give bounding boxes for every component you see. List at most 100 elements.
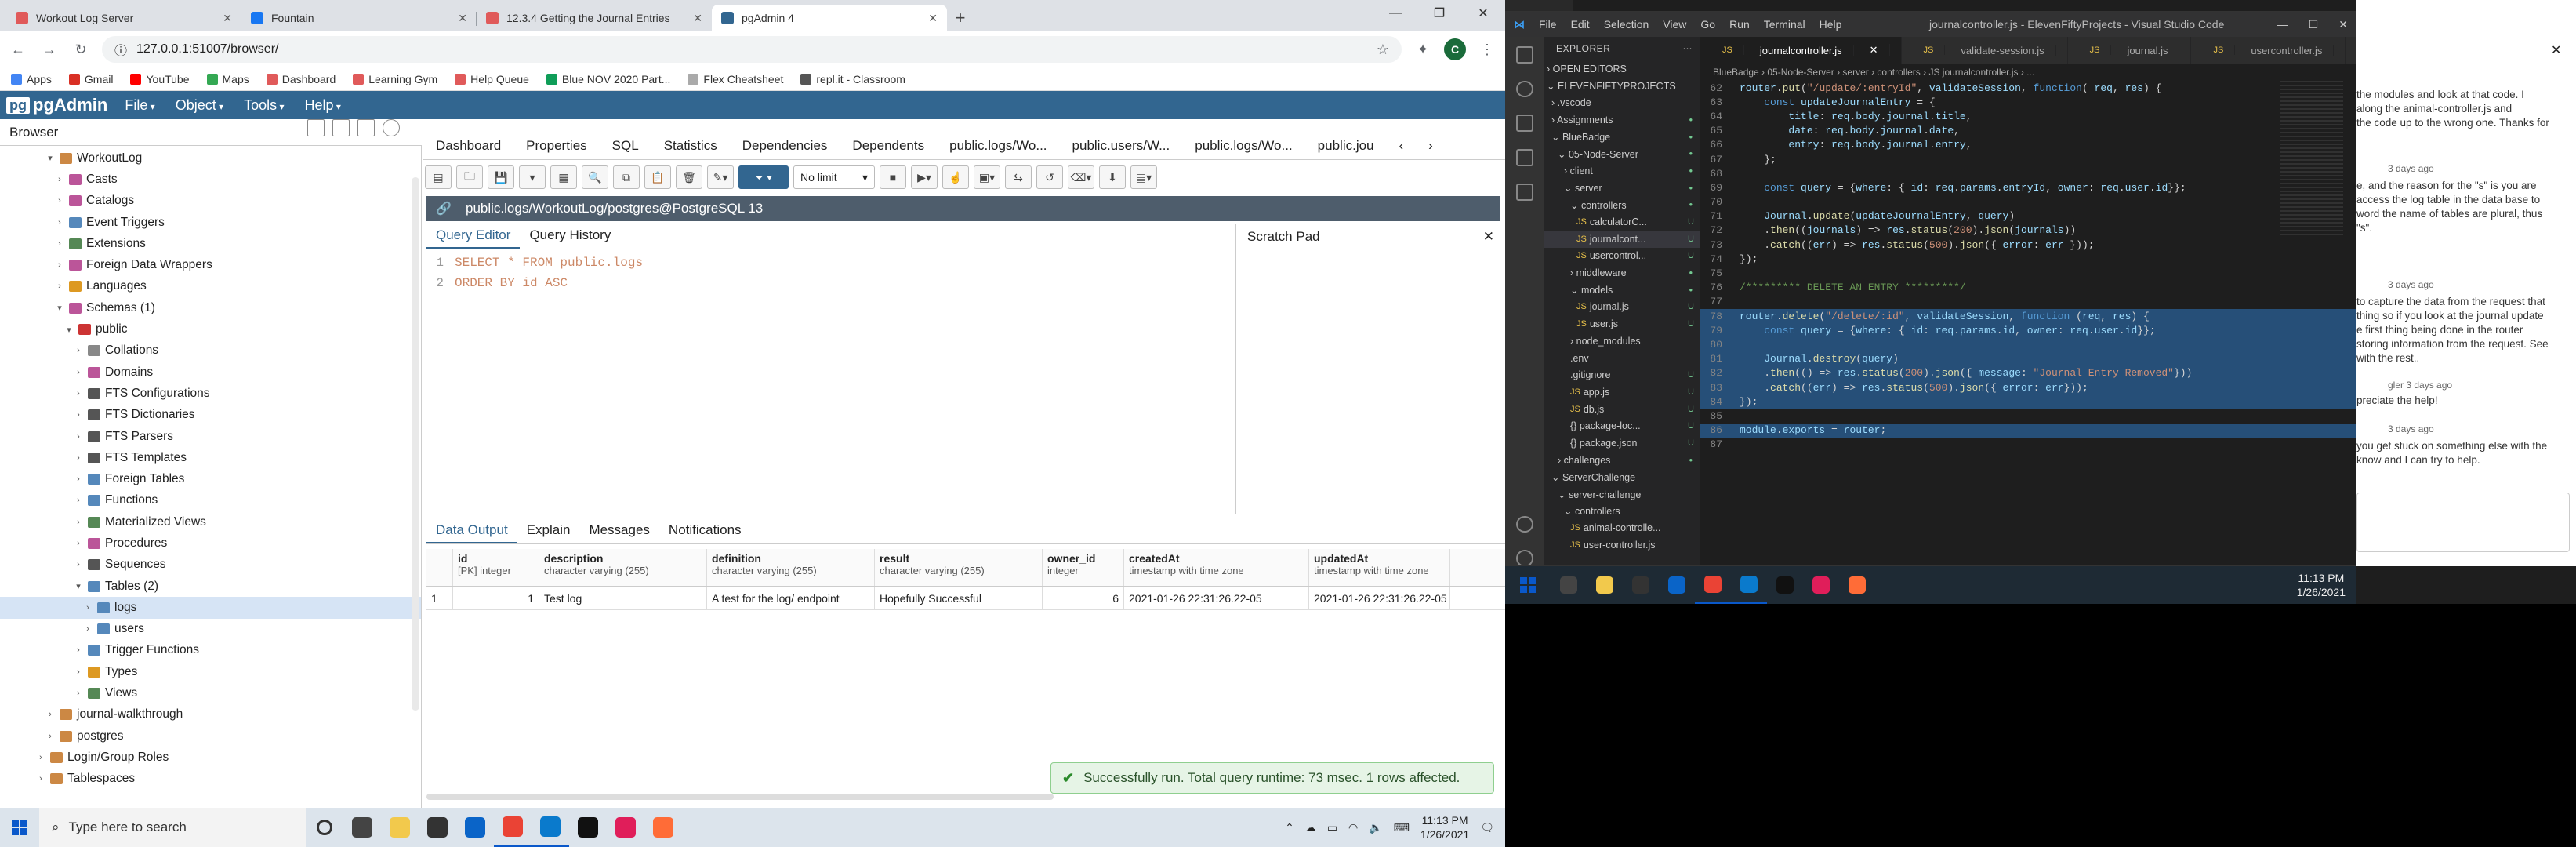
column-header[interactable]: createdAt timestamp with time zone: [1124, 549, 1309, 586]
explorer-item[interactable]: ⌄ ELEVENFIFTYPROJECTS: [1544, 78, 1700, 95]
notification-icon[interactable]: 🗨: [1480, 821, 1494, 834]
close-tab-icon[interactable]: ✕: [1859, 44, 1890, 56]
tree-node[interactable]: ▾ WorkoutLog: [0, 147, 421, 169]
explain-analyze-button[interactable]: ▣▾: [974, 165, 1000, 189]
chevron-right-icon[interactable]: ›: [44, 732, 56, 741]
volume-icon[interactable]: 🔈: [1369, 821, 1382, 834]
column-header[interactable]: description character varying (255): [539, 549, 707, 586]
object-explorer-icon[interactable]: [307, 119, 325, 136]
chevron-right-icon[interactable]: ›: [53, 218, 66, 227]
explorer-item[interactable]: .gitignore U: [1544, 366, 1700, 384]
tree-node[interactable]: › Types: [0, 661, 421, 682]
tree-node[interactable]: › Event Triggers: [0, 212, 421, 233]
tab-scroll-left-icon[interactable]: ‹: [1387, 138, 1417, 154]
column-header[interactable]: owner_id integer: [1043, 549, 1124, 586]
file-explorer-taskbar-icon[interactable]: [1587, 566, 1623, 604]
extensions-icon[interactable]: ✦: [1413, 42, 1433, 58]
extensions-icon[interactable]: [1516, 183, 1533, 201]
wifi-icon[interactable]: ◠: [1348, 821, 1358, 834]
run-debug-icon[interactable]: [1516, 149, 1533, 166]
clear-button[interactable]: ⌫▾: [1068, 165, 1094, 189]
explorer-item[interactable]: › challenges •: [1544, 452, 1700, 469]
menu-view[interactable]: View: [1663, 18, 1686, 31]
browser-tab[interactable]: 12.3.4 Getting the Journal Entries ✕: [477, 5, 712, 31]
tree-node[interactable]: › Extensions: [0, 233, 421, 254]
chevron-right-icon[interactable]: ›: [72, 645, 85, 655]
main-tab[interactable]: public.logs/Wo...: [937, 138, 1059, 154]
table-cell[interactable]: 6: [1043, 586, 1124, 610]
main-tab[interactable]: SQL: [600, 138, 651, 154]
bookmark-item[interactable]: Help Queue: [455, 73, 529, 85]
table-view-icon[interactable]: [332, 119, 350, 136]
editor-tab[interactable]: JS usercontroller.js: [2191, 37, 2346, 64]
minimize-button[interactable]: —: [2277, 18, 2288, 31]
save-dropdown[interactable]: ▾: [519, 165, 546, 189]
tab-scroll-right-icon[interactable]: ›: [1416, 138, 1446, 154]
info-icon[interactable]: ⓘ: [114, 40, 127, 59]
browser-tab[interactable]: pgAdmin 4 ✕: [712, 5, 947, 31]
explorer-item[interactable]: › middleware •: [1544, 264, 1700, 282]
maximize-button[interactable]: ❐: [1417, 0, 1461, 27]
copy-button[interactable]: ⧉: [613, 165, 640, 189]
minimize-button[interactable]: —: [1373, 0, 1417, 27]
tree-node[interactable]: › Collations: [0, 340, 421, 362]
table-row[interactable]: 1 1 Test log A test for the log/ endpoint Ho…: [426, 586, 1505, 610]
tree-node[interactable]: › logs: [0, 597, 421, 619]
postman-taskbar-icon[interactable]: [1839, 566, 1875, 604]
edit-button[interactable]: ▦: [550, 165, 577, 189]
open-file-button[interactable]: ▤: [425, 165, 452, 189]
grid-horizontal-scrollbar[interactable]: [426, 794, 1054, 800]
mail-taskbar-icon[interactable]: [456, 808, 494, 847]
explorer-item[interactable]: ⌄ models •: [1544, 282, 1700, 299]
close-icon[interactable]: ✕: [1483, 229, 1494, 245]
network-icon[interactable]: ☁: [1305, 821, 1316, 834]
stop-button[interactable]: ■: [880, 165, 906, 189]
reply-box[interactable]: [2356, 493, 2570, 552]
chevron-up-icon[interactable]: ⌃: [1285, 821, 1294, 834]
close-icon[interactable]: ✕: [2551, 42, 2561, 58]
output-tab[interactable]: Notifications: [659, 519, 751, 543]
chevron-right-icon[interactable]: ›: [82, 603, 94, 613]
tree-node[interactable]: › Sequences: [0, 554, 421, 576]
chevron-right-icon[interactable]: ›: [72, 368, 85, 377]
main-tab[interactable]: Dashboard: [423, 138, 513, 154]
main-tab[interactable]: Dependents: [840, 138, 937, 154]
tree-node[interactable]: › Casts: [0, 169, 421, 190]
more-actions-icon[interactable]: ⋯: [1683, 43, 1701, 54]
close-tab-icon[interactable]: ✕: [693, 12, 702, 25]
paste-button[interactable]: 📋: [644, 165, 671, 189]
chevron-down-icon[interactable]: ▾: [44, 153, 56, 163]
tree-node[interactable]: › journal-walkthrough: [0, 704, 421, 725]
search-icon[interactable]: [1516, 80, 1533, 98]
explorer-item[interactable]: JS app.js U: [1544, 384, 1700, 401]
table-cell[interactable]: 2021-01-26 22:31:26.22-05: [1124, 586, 1309, 610]
explorer-item[interactable]: ⌄ server •: [1544, 180, 1700, 197]
close-window-button[interactable]: ✕: [2338, 18, 2348, 31]
chevron-right-icon[interactable]: ›: [72, 667, 85, 677]
bookmark-item[interactable]: Maps: [206, 73, 249, 85]
menu-file[interactable]: File: [1539, 18, 1557, 31]
explorer-item[interactable]: JS calculatorC... U: [1544, 213, 1700, 231]
tree-node[interactable]: › Languages: [0, 276, 421, 297]
chevron-right-icon[interactable]: ›: [72, 496, 85, 505]
postman-taskbar-icon[interactable]: [644, 808, 682, 847]
table-cell[interactable]: Test log: [539, 586, 707, 610]
tree-node[interactable]: › Catalogs: [0, 191, 421, 212]
close-window-button[interactable]: ✕: [1461, 0, 1505, 27]
chevron-right-icon[interactable]: ›: [53, 175, 66, 184]
tree-node[interactable]: › Materialized Views: [0, 511, 421, 533]
menu-help[interactable]: Help: [1820, 18, 1842, 31]
scratch-pad[interactable]: Scratch Pad ✕: [1235, 224, 1502, 514]
file-explorer-taskbar-icon[interactable]: [381, 808, 419, 847]
explorer-item[interactable]: ⌄ ServerChallenge: [1544, 469, 1700, 486]
folder-button[interactable]: 🗀: [456, 165, 483, 189]
search-icon[interactable]: [383, 119, 400, 136]
chevron-right-icon[interactable]: ›: [72, 689, 85, 698]
explorer-item[interactable]: ⌄ 05-Node-Server •: [1544, 145, 1700, 162]
back-button[interactable]: ←: [8, 42, 28, 58]
download-button[interactable]: ⬇: [1099, 165, 1126, 189]
menu-help[interactable]: Help: [304, 97, 340, 114]
menu-file[interactable]: File: [125, 97, 154, 114]
table-cell[interactable]: Hopefully Successful: [875, 586, 1043, 610]
explorer-item[interactable]: {} package-loc... U: [1544, 417, 1700, 434]
